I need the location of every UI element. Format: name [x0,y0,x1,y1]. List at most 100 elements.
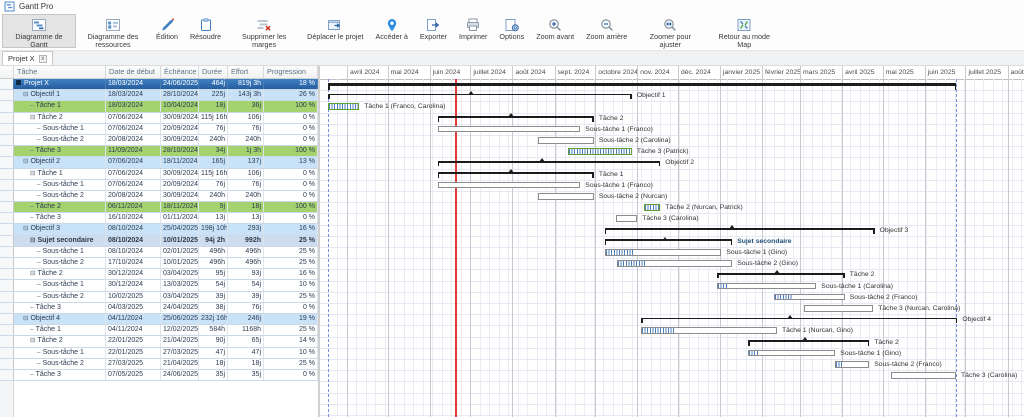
table-row[interactable]: ‒Sous-tâche 122/01/202527/03/202547j47j1… [0,348,318,359]
table-row[interactable]: ‒Sous-tâche 108/10/202402/01/2025496h496… [0,247,318,258]
gantt-bar-end-hook [438,172,440,178]
timeline-header-border [320,79,1024,80]
gantt-bar-end-hook [328,94,330,100]
toolbar-button-move-project[interactable]: Déplacer le projet [301,14,369,48]
table-row[interactable]: ⊟Tâche 107/06/202430/09/2024115j 16h106j… [0,169,318,180]
column-header-date-de-debut[interactable]: Date de début [106,66,161,78]
tree-collapse-icon[interactable]: ⊟ [30,337,35,344]
table-row[interactable]: ⊟Objectif 118/03/202428/10/2024225j143j … [0,90,318,101]
table-row[interactable]: ‒Tâche 104/11/202412/02/2025584h1168h25 … [0,325,318,336]
tree-collapse-icon[interactable]: ⊟ [23,91,28,98]
toolbar-button-export[interactable]: Exporter [414,14,453,48]
table-row[interactable]: ⊟Objectif 308/10/202425/04/2025198j 10h2… [0,224,318,235]
toolbar-button-options[interactable]: Options [493,14,530,48]
gantt-bar-summary[interactable] [438,161,660,163]
gantt-bar-summary[interactable] [641,318,957,320]
table-row[interactable]: ⊟Tâche 207/06/202430/09/2024115j 16h106j… [0,113,318,124]
toolbar-button-zoom-out[interactable]: Zoom arrière [580,14,633,48]
table-row[interactable]: ‒Sous-tâche 220/08/202430/09/2024240h240… [0,135,318,146]
toolbar-button-zoom-fit[interactable]: Zoomer pour ajuster [633,14,707,48]
table-row[interactable]: ‒Sous-tâche 220/08/202430/09/2024240h240… [0,191,318,202]
gantt-bar-task[interactable] [438,182,580,189]
task-name-cell: ⊟Objectif 4 [14,314,106,324]
toolbar-button-go-to[interactable]: Accéder à [370,14,414,48]
column-header-effort[interactable]: Effort [228,66,264,78]
tree-collapse-icon[interactable]: ⊟ [30,270,35,277]
table-row[interactable]: ⊟Tâche 222/01/202521/04/202590j65j14 % [0,336,318,347]
table-row[interactable]: ‒Sous-tâche 107/06/202420/09/202476j76j0… [0,124,318,135]
table-row[interactable]: ‒Tâche 206/11/202418/11/20249j18j100 % [0,202,318,213]
table-row[interactable]: ‒Sous-tâche 217/10/202410/01/2025496h496… [0,258,318,269]
table-row[interactable]: ‒Tâche 307/05/202524/06/202535j35j0 % [0,370,318,381]
gantt-bar-task[interactable] [538,193,594,200]
gantt-bar-end-hook [438,116,440,122]
start-date-cell: 08/10/2024 [106,236,161,246]
gantt-bar-summary[interactable] [328,94,632,96]
toolbar-button-gantt-chart-view[interactable]: Diagramme de Gantt [2,14,76,48]
gantt-bar-task[interactable] [328,103,359,110]
tab-close-icon[interactable]: x [39,55,47,63]
gantt-bar-task[interactable] [568,148,632,155]
column-header-echeance[interactable]: Échéance [161,66,199,78]
tab-projet-x[interactable]: Projet X x [2,51,53,65]
table-row[interactable]: ‒Tâche 304/03/202524/04/202538j76j0 % [0,303,318,314]
gantt-bar-task[interactable] [616,215,638,222]
toolbar-button-zoom-in[interactable]: Zoom avant [530,14,580,48]
tree-collapse-icon[interactable]: ⊟ [30,237,35,244]
gantt-bar-task[interactable] [438,126,580,133]
table-row[interactable]: ‒Sous-tâche 227/03/202521/04/202518j18j2… [0,359,318,370]
column-header-tache[interactable]: Tâche [14,66,106,78]
table-row[interactable]: ‒Tâche 316/10/202401/11/202413j13j0 % [0,213,318,224]
toolbar-button-edit[interactable]: Édition [150,14,184,48]
gantt-bar-task[interactable] [717,283,816,290]
start-date-cell: 04/03/2025 [106,303,161,313]
gantt-bar-task[interactable] [748,350,835,357]
tree-branch-icon: ‒ [37,181,41,188]
tree-collapse-icon[interactable]: ⊟ [23,225,28,232]
grid-week-line [822,79,823,417]
table-row[interactable]: ‒Tâche 311/09/202428/10/202434j1j 3h100 … [0,146,318,157]
toolbar-button-back-to-map-mode[interactable]: Retour au mode Map [707,14,781,48]
table-row[interactable]: ⊟Objectif 404/11/202425/06/2025232j 16h2… [0,314,318,325]
gantt-bar-task[interactable] [641,327,777,334]
gantt-bar-task[interactable] [644,204,660,211]
task-name-cell: ‒Sous-tâche 1 [14,247,106,257]
column-header-duree[interactable]: Durée [199,66,228,78]
table-row[interactable]: ‒Tâche 118/03/202410/04/202418j36j100 % [0,101,318,112]
resolve-icon [198,17,214,33]
gantt-bar-task[interactable] [835,361,869,368]
gantt-bar-task[interactable] [538,137,594,144]
grid-week-line [689,79,690,417]
tree-collapse-icon[interactable]: ⊟ [30,170,35,177]
table-row[interactable]: ⊟Tâche 230/12/202403/04/202595j93j16 % [0,269,318,280]
gantt-bar-summary[interactable] [605,228,875,230]
toolbar-button-resolve[interactable]: Résoudre [184,14,227,48]
gantt-bar-summary[interactable] [605,239,732,241]
gantt-bar-task[interactable] [617,260,732,267]
table-row[interactable]: Projet X18/03/202424/06/2025464j819j 3h1… [0,79,318,90]
table-row[interactable]: ⊟Objectif 207/06/202418/11/2024165j137j1… [0,157,318,168]
gantt-bar-summary[interactable] [438,116,594,118]
toolbar-button-resource-chart-view[interactable]: Diagramme des ressources [76,14,150,48]
gantt-bar-task[interactable] [774,294,845,301]
tree-collapse-icon[interactable]: ⊟ [23,158,28,165]
gantt-bar-task[interactable] [804,305,873,312]
grid-month-line [595,66,596,417]
table-row[interactable]: ‒Sous-tâche 107/06/202420/09/202476j76j0… [0,180,318,191]
gantt-bar-project[interactable] [328,83,956,86]
toolbar-button-remove-margins[interactable]: Supprimer les marges [227,14,301,48]
gantt-bar-task[interactable] [605,249,722,256]
tree-collapse-icon[interactable]: ⊟ [30,114,35,121]
gantt-bar-summary[interactable] [438,172,594,174]
gantt-bar-task[interactable] [891,372,956,379]
table-row[interactable]: ‒Sous-tâche 130/12/202413/03/202554j54j1… [0,280,318,291]
table-row[interactable]: ⊟Sujet secondaire08/10/202410/01/202594j… [0,236,318,247]
gantt-bar-summary[interactable] [717,273,844,275]
gantt-bar-summary[interactable] [748,340,869,342]
table-row[interactable]: ‒Sous-tâche 210/02/202503/04/202539j39j2… [0,292,318,303]
start-date-cell: 18/03/2024 [106,79,161,89]
grid-week-line [1021,79,1022,417]
toolbar-button-print[interactable]: Imprimer [453,14,493,48]
column-header-progression[interactable]: Progression [264,66,318,78]
tree-collapse-icon[interactable]: ⊟ [23,315,28,322]
